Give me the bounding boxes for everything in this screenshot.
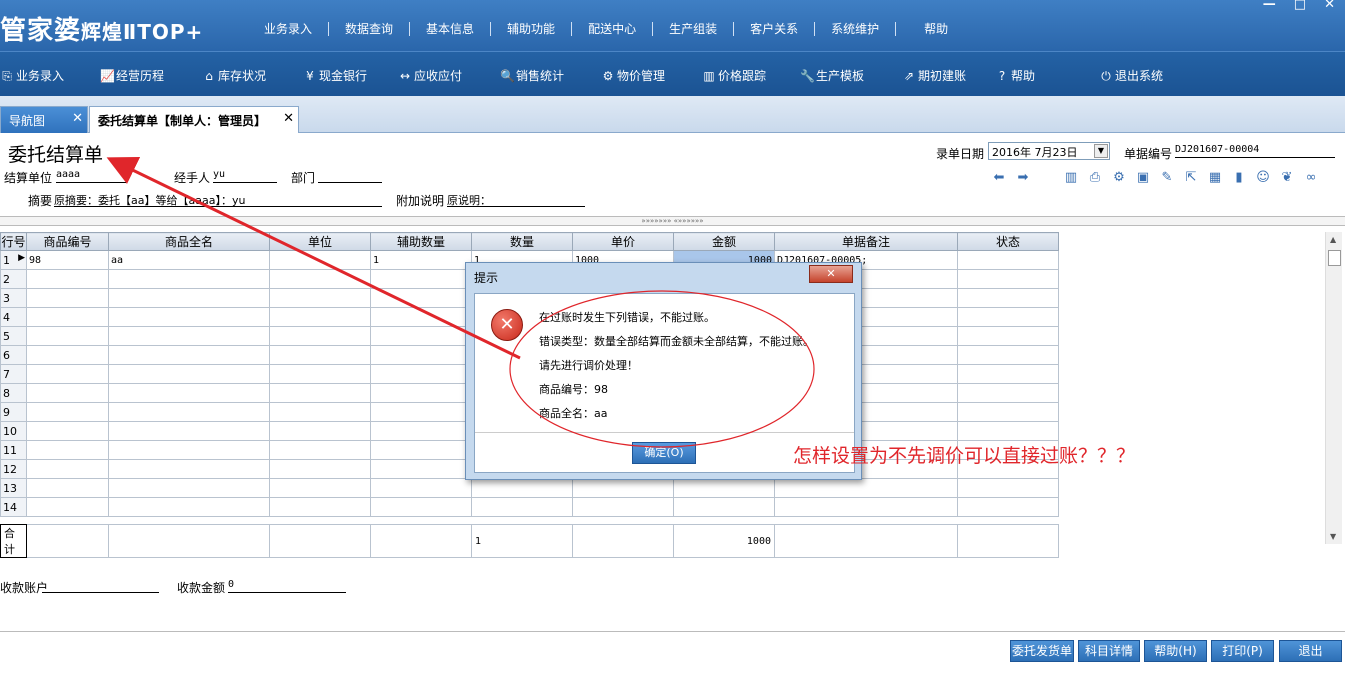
annotation-ellipse [509, 290, 815, 448]
annotation-arrow [106, 156, 521, 360]
annotation-overlay [106, 156, 815, 448]
annotation-question: 怎样设置为不先调价可以直接过账？？？ [793, 445, 1136, 467]
